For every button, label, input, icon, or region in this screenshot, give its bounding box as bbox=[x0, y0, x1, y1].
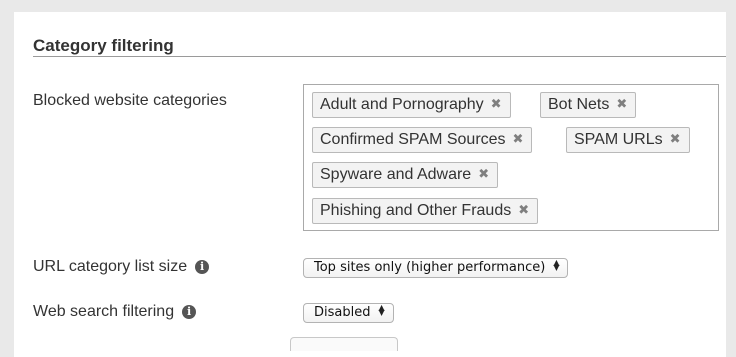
category-tag-label: Bot Nets bbox=[548, 96, 610, 113]
blocked-categories-label: Blocked website categories bbox=[33, 92, 227, 109]
url-list-size-select[interactable]: Top sites only (higher performance) ▲ ▼ bbox=[303, 258, 569, 278]
web-search-label: Web search filtering i bbox=[33, 303, 197, 321]
close-icon[interactable]: ✖ bbox=[670, 128, 681, 152]
category-tag: Adult and Pornography ✖ bbox=[312, 92, 511, 118]
url-list-size-selected: Top sites only (higher performance) bbox=[314, 260, 546, 275]
category-tag-label: Spyware and Adware bbox=[320, 166, 472, 183]
web-search-select[interactable]: Disabled ▲ ▼ bbox=[303, 303, 394, 323]
category-tag: Phishing and Other Frauds ✖ bbox=[312, 198, 539, 224]
close-icon[interactable]: ✖ bbox=[478, 163, 489, 187]
category-tag: Bot Nets ✖ bbox=[540, 92, 637, 118]
category-tag: SPAM URLs ✖ bbox=[566, 127, 690, 153]
updown-arrows-icon: ▲ ▼ bbox=[378, 303, 385, 317]
info-circle-icon[interactable]: i bbox=[195, 260, 210, 274]
category-tag: Spyware and Adware ✖ bbox=[312, 162, 499, 188]
close-icon[interactable]: ✖ bbox=[518, 199, 529, 223]
close-icon[interactable]: ✖ bbox=[616, 93, 627, 117]
category-tag-label: SPAM URLs bbox=[574, 131, 663, 148]
next-setting-select-partial[interactable] bbox=[290, 337, 398, 351]
url-list-size-label: URL category list size i bbox=[33, 258, 210, 276]
category-tag-label: Confirmed SPAM Sources bbox=[320, 131, 506, 148]
info-circle-icon[interactable]: i bbox=[182, 305, 197, 319]
category-tag: Confirmed SPAM Sources ✖ bbox=[312, 127, 533, 153]
close-icon[interactable]: ✖ bbox=[513, 128, 524, 152]
blocked-categories-input[interactable]: Adult and Pornography ✖ Bot Nets ✖ Confirm… bbox=[303, 84, 719, 231]
settings-panel: Category filtering Blocked website categ… bbox=[14, 12, 726, 357]
web-search-label-text: Web search filtering bbox=[33, 303, 175, 320]
close-icon[interactable]: ✖ bbox=[491, 93, 502, 117]
category-tag-label: Adult and Pornography bbox=[320, 96, 484, 113]
section-title: Category filtering bbox=[33, 36, 174, 55]
web-search-selected: Disabled bbox=[314, 305, 371, 320]
category-tag-label: Phishing and Other Frauds bbox=[320, 202, 512, 219]
updown-arrows-icon: ▲ ▼ bbox=[553, 258, 560, 272]
url-list-size-label-text: URL category list size bbox=[33, 258, 188, 275]
section-divider bbox=[33, 56, 726, 57]
